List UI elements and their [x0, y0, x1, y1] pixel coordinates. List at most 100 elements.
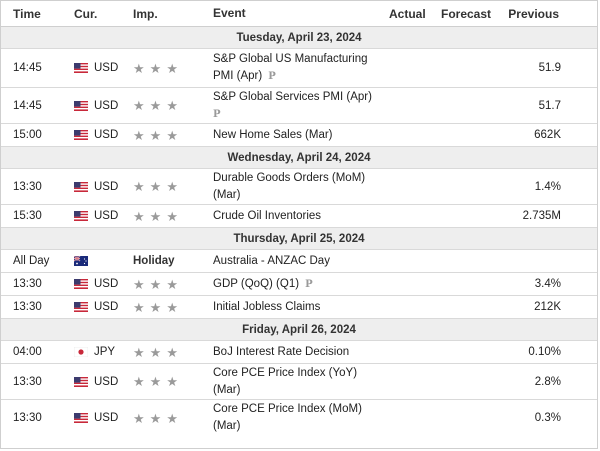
event-name[interactable]: S&P Global Services PMI (Apr) [213, 91, 372, 103]
event-name[interactable]: BoJ Interest Rate Decision [213, 341, 385, 363]
event-actual [389, 273, 449, 295]
preliminary-icon: P [305, 278, 313, 290]
us-flag-icon [74, 376, 88, 387]
event-row[interactable]: 14:45 USD ★ ★ ★ S&P Global US Manufacturin… [1, 49, 597, 88]
event-time: 14:45 [13, 99, 42, 112]
star-icon: ★ [166, 179, 178, 194]
star-icon: ★ [166, 208, 178, 224]
event-row[interactable]: 14:45 USD ★ ★ ★ S&P Global Services PMI (A… [1, 88, 597, 124]
event-currency: USD [94, 99, 119, 112]
event-name[interactable]: GDP (QoQ) (Q1) [213, 278, 299, 290]
star-icon: ★ [149, 98, 162, 113]
economic-calendar-table: Time Cur. Imp. Event Actual Forecast Pre… [0, 0, 598, 449]
event-actual [389, 341, 449, 363]
event-previous: 51.9 [538, 62, 561, 74]
date-label: Wednesday, April 24, 2024 [227, 152, 371, 164]
event-actual [389, 88, 449, 123]
date-group-header: Thursday, April 25, 2024 [1, 228, 597, 250]
header-previous[interactable]: Previous [508, 1, 559, 26]
star-icon: ★ [166, 276, 178, 292]
event-row[interactable]: 13:30 USD ★ ★ ★ Initial Jobless Claims 212… [1, 296, 597, 319]
header-actual[interactable]: Actual [389, 1, 449, 26]
event-currency: USD [94, 129, 119, 141]
date-label: Friday, April 26, 2024 [242, 324, 356, 336]
importance-stars: ★ ★ ★ [133, 278, 178, 291]
us-flag-icon [74, 63, 88, 73]
star-icon: ★ [133, 179, 145, 194]
event-time: 13:30 [13, 278, 42, 290]
importance-stars: ★ ★ ★ [133, 210, 178, 223]
event-name[interactable]: Core PCE Price Index (MoM) (Mar) [213, 400, 385, 436]
event-actual [389, 49, 449, 87]
event-forecast [441, 364, 501, 399]
importance-stars: ★ ★ ★ [133, 301, 178, 314]
date-group-header: Wednesday, April 24, 2024 [1, 147, 597, 169]
event-previous: 0.3% [534, 412, 561, 424]
event-previous: 2.735M [522, 210, 561, 222]
event-row[interactable]: All Day Holiday Australia - ANZAC Day [1, 250, 597, 273]
header-event[interactable]: Event [213, 1, 385, 26]
event-previous: 1.4% [534, 180, 561, 193]
event-row[interactable]: 13:30 USD ★ ★ ★ Core PCE Price Index (MoM)… [1, 400, 597, 436]
event-currency: USD [94, 301, 119, 313]
star-icon: ★ [133, 208, 145, 224]
star-icon: ★ [149, 179, 162, 194]
date-group-header: Tuesday, April 23, 2024 [1, 27, 597, 49]
star-icon: ★ [133, 344, 145, 360]
us-flag-icon [74, 413, 88, 423]
event-actual [389, 250, 449, 272]
event-name[interactable]: Core PCE Price Index (YoY) (Mar) [213, 364, 385, 399]
event-name[interactable]: Australia - ANZAC Day [213, 250, 385, 272]
event-time: 15:30 [13, 210, 42, 222]
event-currency: USD [94, 180, 119, 193]
event-name[interactable]: New Home Sales (Mar) [213, 124, 385, 146]
event-row[interactable]: 15:00 USD ★ ★ ★ New Home Sales (Mar) 662K [1, 124, 597, 147]
event-forecast [441, 88, 501, 123]
header-currency[interactable]: Cur. [74, 1, 97, 26]
event-previous: 662K [534, 129, 561, 141]
holiday-label: Holiday [133, 255, 175, 267]
star-icon: ★ [166, 127, 178, 143]
event-row[interactable]: 04:00 JPY ★ ★ ★ BoJ Interest Rate Decision… [1, 341, 597, 364]
japan-flag-icon [74, 347, 88, 357]
event-currency: USD [94, 278, 119, 290]
importance-stars: ★ ★ ★ [133, 412, 178, 425]
star-icon: ★ [166, 299, 178, 315]
event-name[interactable]: Crude Oil Inventories [213, 205, 385, 227]
event-previous: 212K [534, 301, 561, 313]
australia-flag-icon [74, 256, 88, 266]
star-icon: ★ [166, 60, 178, 76]
us-flag-icon [74, 100, 88, 111]
event-name[interactable]: Initial Jobless Claims [213, 296, 385, 318]
star-icon: ★ [133, 410, 145, 426]
event-time: 04:00 [13, 346, 42, 358]
event-name[interactable]: Durable Goods Orders (MoM) (Mar) [213, 169, 385, 204]
event-forecast [441, 273, 501, 295]
header-forecast[interactable]: Forecast [441, 1, 501, 26]
event-row[interactable]: 13:30 USD ★ ★ ★ GDP (QoQ) (Q1) P 3.4% [1, 273, 597, 296]
event-time: 13:30 [13, 412, 42, 424]
event-actual [389, 364, 449, 399]
event-row[interactable]: 15:30 USD ★ ★ ★ Crude Oil Inventories 2.73… [1, 205, 597, 228]
star-icon: ★ [149, 208, 162, 224]
event-currency: USD [94, 62, 119, 74]
event-forecast [441, 400, 501, 436]
star-icon: ★ [149, 374, 162, 389]
event-forecast [441, 124, 501, 146]
event-name[interactable]: S&P Global US Manufacturing PMI (Apr) [213, 53, 367, 82]
star-icon: ★ [133, 98, 145, 113]
table-header: Time Cur. Imp. Event Actual Forecast Pre… [1, 1, 597, 27]
importance-stars: ★ ★ ★ [133, 180, 178, 193]
event-previous: 51.7 [538, 99, 561, 112]
star-icon: ★ [149, 127, 162, 143]
star-icon: ★ [166, 410, 178, 426]
star-icon: ★ [166, 344, 178, 360]
event-row[interactable]: 13:30 USD ★ ★ ★ Core PCE Price Index (YoY)… [1, 364, 597, 400]
header-importance[interactable]: Imp. [133, 1, 158, 26]
star-icon: ★ [133, 276, 145, 292]
date-label: Tuesday, April 23, 2024 [236, 32, 362, 44]
event-currency: USD [94, 375, 119, 388]
star-icon: ★ [133, 299, 145, 315]
header-time[interactable]: Time [13, 1, 41, 26]
event-row[interactable]: 13:30 USD ★ ★ ★ Durable Goods Orders (MoM)… [1, 169, 597, 205]
